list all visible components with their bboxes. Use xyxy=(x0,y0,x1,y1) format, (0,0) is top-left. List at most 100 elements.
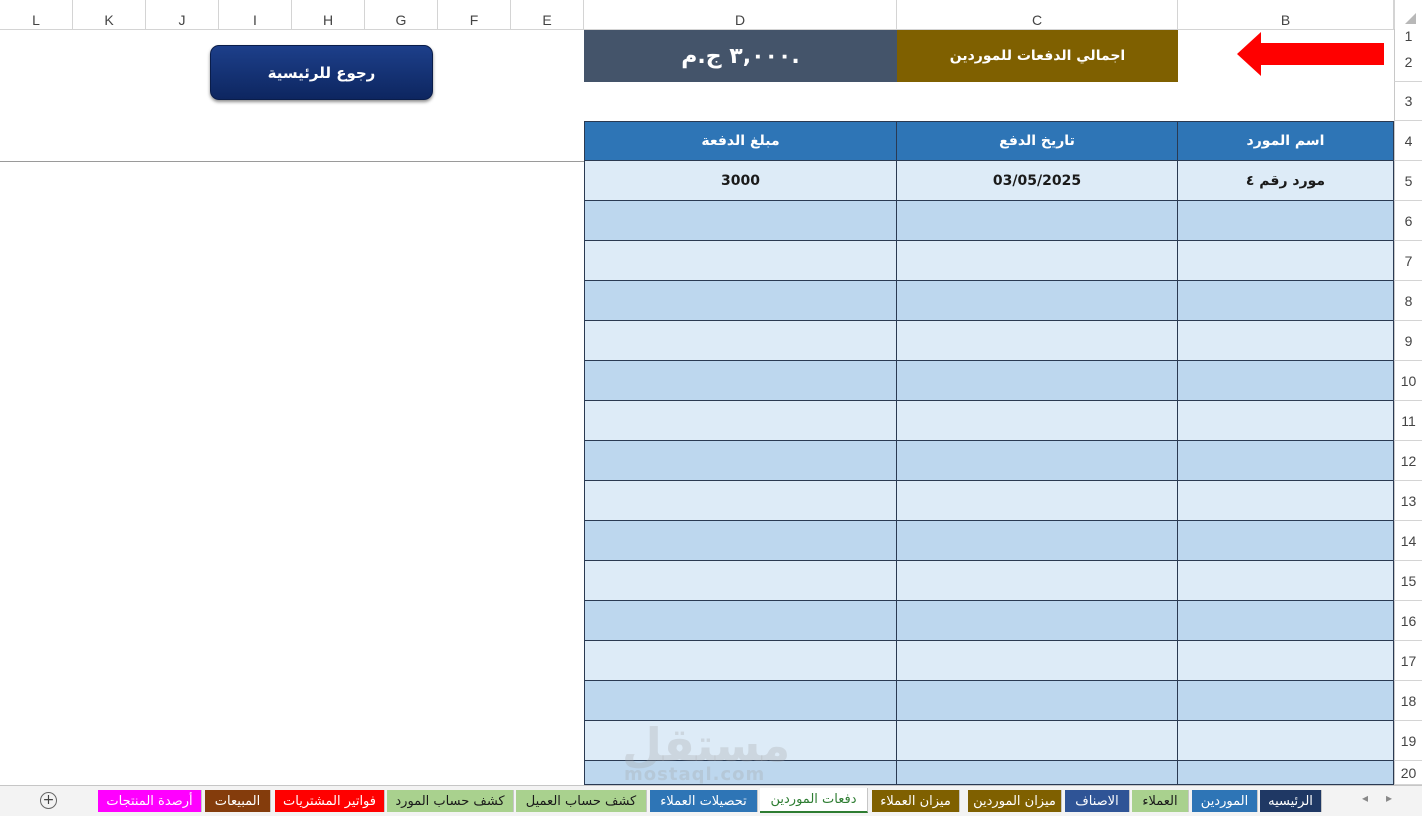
table-empty-cell[interactable] xyxy=(897,321,1178,361)
table-header-cell[interactable]: مبلغ الدفعة xyxy=(584,121,897,161)
table-empty-cell[interactable] xyxy=(584,201,897,241)
plus-circle-icon[interactable]: + xyxy=(40,792,57,809)
table-empty-cell[interactable] xyxy=(584,281,897,321)
table-cell[interactable]: مورد رقم ٤ xyxy=(1178,161,1394,201)
row-header-16[interactable]: 16 xyxy=(1394,601,1422,641)
table-empty-cell[interactable] xyxy=(1178,241,1394,281)
table-empty-cell[interactable] xyxy=(584,321,897,361)
table-header-cell[interactable]: تاريخ الدفع xyxy=(897,121,1178,161)
row-header-15[interactable]: 15 xyxy=(1394,561,1422,601)
row-header-20[interactable]: 20 xyxy=(1394,761,1422,785)
row-header-11[interactable]: 11 xyxy=(1394,401,1422,441)
chevron-right-icon[interactable]: ▸ xyxy=(1386,791,1392,805)
table-cell[interactable]: 3000 xyxy=(584,161,897,201)
table-empty-cell[interactable] xyxy=(1178,521,1394,561)
sheet-tab[interactable]: كشف حساب العميل xyxy=(516,790,647,812)
row-header-7[interactable]: 7 xyxy=(1394,241,1422,281)
sheet-tab[interactable]: الرئيسيه xyxy=(1260,790,1322,812)
column-header-L[interactable]: L xyxy=(0,0,73,29)
table-empty-cell[interactable] xyxy=(897,481,1178,521)
row-header-13[interactable]: 13 xyxy=(1394,481,1422,521)
row-header-10[interactable]: 10 xyxy=(1394,361,1422,401)
column-header-F[interactable]: F xyxy=(438,0,511,29)
sheet-tab[interactable]: ميزان الموردين xyxy=(968,790,1062,812)
table-empty-cell[interactable] xyxy=(1178,681,1394,721)
table-empty-cell[interactable] xyxy=(897,761,1178,785)
table-empty-cell[interactable] xyxy=(897,601,1178,641)
row-header-4[interactable]: 4 xyxy=(1394,121,1422,161)
table-empty-cell[interactable] xyxy=(584,441,897,481)
row-header-12[interactable]: 12 xyxy=(1394,441,1422,481)
column-header-G[interactable]: G xyxy=(365,0,438,29)
table-empty-cell[interactable] xyxy=(897,681,1178,721)
row-header-8[interactable]: 8 xyxy=(1394,281,1422,321)
table-empty-cell[interactable] xyxy=(897,241,1178,281)
table-empty-cell[interactable] xyxy=(897,521,1178,561)
column-header-E[interactable]: E xyxy=(511,0,584,29)
column-header-D[interactable]: D xyxy=(584,0,897,29)
row-header-9[interactable]: 9 xyxy=(1394,321,1422,361)
table-empty-cell[interactable] xyxy=(584,761,897,785)
sheet-tab[interactable]: تحصيلات العملاء xyxy=(650,790,758,812)
column-header-J[interactable]: J xyxy=(146,0,219,29)
table-empty-cell[interactable] xyxy=(1178,561,1394,601)
sheet-tab[interactable]: الموردين xyxy=(1192,790,1258,812)
column-header-H[interactable]: H xyxy=(292,0,365,29)
row-header-3[interactable]: 3 xyxy=(1394,82,1422,121)
table-empty-cell[interactable] xyxy=(584,521,897,561)
table-empty-cell[interactable] xyxy=(897,561,1178,601)
sheet-tab[interactable]: أرصدة المنتجات xyxy=(98,790,202,812)
table-empty-cell[interactable] xyxy=(584,241,897,281)
table-empty-cell[interactable] xyxy=(584,361,897,401)
table-empty-cell[interactable] xyxy=(897,401,1178,441)
sheet-tab[interactable]: العملاء xyxy=(1132,790,1189,812)
row-header-6[interactable]: 6 xyxy=(1394,201,1422,241)
table-cell[interactable]: 03/05/2025 xyxy=(897,161,1178,201)
sheet-tab[interactable]: دفعات الموردين xyxy=(760,788,868,813)
table-empty-cell[interactable] xyxy=(584,641,897,681)
row-header-5[interactable]: 5 xyxy=(1394,161,1422,201)
table-empty-cell[interactable] xyxy=(1178,721,1394,761)
table-empty-cell[interactable] xyxy=(584,481,897,521)
table-empty-cell[interactable] xyxy=(1178,321,1394,361)
table-empty-cell[interactable] xyxy=(897,201,1178,241)
sheet-tab[interactable]: فواتير المشتريات xyxy=(275,790,385,812)
select-all-corner[interactable] xyxy=(1394,0,1422,29)
row-header-18[interactable]: 18 xyxy=(1394,681,1422,721)
chevron-left-icon[interactable]: ◂ xyxy=(1362,791,1368,805)
table-empty-cell[interactable] xyxy=(584,401,897,441)
column-header-C[interactable]: C xyxy=(897,0,1178,29)
back-to-home-button[interactable]: رجوع للرئيسية xyxy=(210,45,433,100)
sheet-tab[interactable]: المبيعات xyxy=(205,790,271,812)
table-empty-cell[interactable] xyxy=(1178,201,1394,241)
column-header-B[interactable]: B xyxy=(1178,0,1394,29)
table-empty-cell[interactable] xyxy=(584,561,897,601)
table-empty-cell[interactable] xyxy=(1178,481,1394,521)
row-header-17[interactable]: 17 xyxy=(1394,641,1422,681)
table-empty-cell[interactable] xyxy=(1178,601,1394,641)
table-empty-cell[interactable] xyxy=(1178,441,1394,481)
table-empty-cell[interactable] xyxy=(584,721,897,761)
column-header-I[interactable]: I xyxy=(219,0,292,29)
table-empty-cell[interactable] xyxy=(584,681,897,721)
table-empty-cell[interactable] xyxy=(897,361,1178,401)
row-header-14[interactable]: 14 xyxy=(1394,521,1422,561)
sheet-tab[interactable]: كشف حساب المورد xyxy=(387,790,514,812)
table-empty-cell[interactable] xyxy=(1178,401,1394,441)
table-empty-cell[interactable] xyxy=(897,641,1178,681)
table-empty-cell[interactable] xyxy=(1178,281,1394,321)
table-empty-cell[interactable] xyxy=(584,601,897,641)
sheet-tab[interactable]: ميزان العملاء xyxy=(872,790,960,812)
table-empty-cell[interactable] xyxy=(1178,361,1394,401)
table-empty-cell[interactable] xyxy=(897,281,1178,321)
column-header-K[interactable]: K xyxy=(73,0,146,29)
table-empty-cell[interactable] xyxy=(897,721,1178,761)
row-header-1[interactable]: 1 xyxy=(1394,29,1422,43)
row-header-19[interactable]: 19 xyxy=(1394,721,1422,761)
table-header-cell[interactable]: اسم المورد xyxy=(1178,121,1394,161)
sheet-tab[interactable]: الاصناف xyxy=(1065,790,1130,812)
row-header-2[interactable]: 2 xyxy=(1394,42,1422,82)
table-empty-cell[interactable] xyxy=(897,441,1178,481)
table-empty-cell[interactable] xyxy=(1178,761,1394,785)
table-empty-cell[interactable] xyxy=(1178,641,1394,681)
